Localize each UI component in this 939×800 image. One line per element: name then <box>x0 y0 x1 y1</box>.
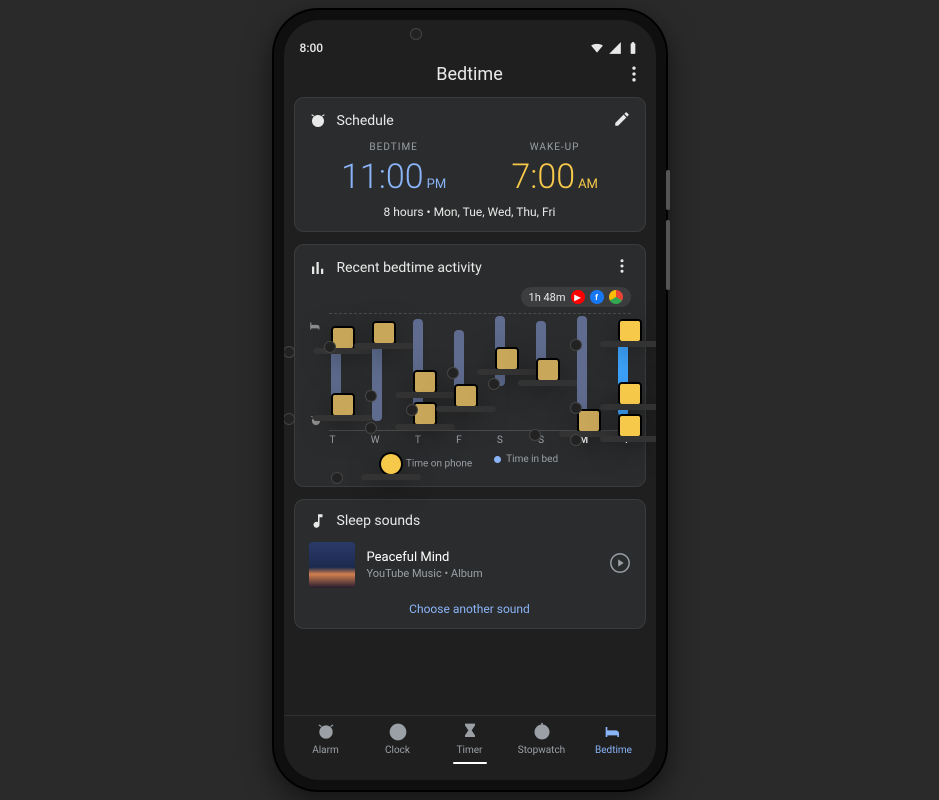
edit-schedule-button[interactable] <box>613 110 631 132</box>
legend-bed: Time in bed <box>506 454 558 465</box>
activity-chart <box>329 313 631 431</box>
legend-phone: Time on phone <box>406 459 472 470</box>
bedtime-icon <box>604 722 624 742</box>
chart-bar <box>618 314 628 430</box>
x-tick: W <box>371 435 380 446</box>
nav-alarm[interactable]: Alarm <box>290 722 362 756</box>
album-art <box>309 542 355 588</box>
x-tick: T <box>330 435 336 446</box>
facebook-icon: f <box>590 290 604 304</box>
header-more-button[interactable] <box>624 64 644 89</box>
bottom-nav: Alarm Clock Timer Stopwatch Bedtime <box>284 715 656 780</box>
app-header: Bedtime <box>284 54 656 97</box>
nav-stopwatch[interactable]: Stopwatch <box>506 722 578 756</box>
sounds-title: Sleep sounds <box>337 513 421 529</box>
chart-bar <box>495 314 505 430</box>
schedule-subtitle: 8 hours • Mon, Tue, Wed, Thu, Fri <box>309 205 631 219</box>
chart-bar <box>331 314 341 430</box>
pencil-icon <box>613 110 631 128</box>
more-vert-icon <box>624 64 644 84</box>
chart-legend: Time on phone Time in bed <box>309 454 631 474</box>
activity-highlight-chip[interactable]: 1h 48m ▶ f <box>521 287 631 307</box>
bedtime-label: BEDTIME <box>369 142 417 153</box>
sounds-card: Sleep sounds Peaceful Mind YouTube Music… <box>294 499 646 629</box>
phone-side-button-1 <box>666 170 670 210</box>
bed-icon <box>309 319 323 333</box>
play-circle-icon <box>609 552 631 574</box>
chip-duration: 1h 48m <box>529 291 566 304</box>
play-button[interactable] <box>609 552 631 578</box>
choose-another-sound-link[interactable]: Choose another sound <box>309 602 631 616</box>
nav-timer[interactable]: Timer <box>434 722 506 756</box>
chrome-icon <box>609 290 623 304</box>
battery-icon <box>626 41 640 55</box>
track-title: Peaceful Mind <box>367 550 597 565</box>
nav-clock[interactable]: Clock <box>362 722 434 756</box>
phone-side-button-2 <box>666 220 670 290</box>
wakeup-block[interactable]: WAKE-UP 7:00 AM <box>511 142 598 197</box>
x-tick: F <box>456 435 462 446</box>
wifi-icon <box>590 41 604 55</box>
schedule-title: Schedule <box>337 113 394 129</box>
phone-frame: 8:00 Bedtime Schedule <box>274 10 666 790</box>
nav-label: Clock <box>385 745 410 756</box>
stopwatch-icon <box>532 722 552 742</box>
bedtime-ampm: PM <box>427 177 447 192</box>
wakeup-value: 7:00 <box>511 157 575 197</box>
bar-chart-icon <box>309 259 327 277</box>
status-icons <box>590 41 640 55</box>
wakeup-label: WAKE-UP <box>530 142 580 153</box>
status-bar: 8:00 <box>284 20 656 54</box>
more-vert-icon <box>613 257 631 275</box>
wakeup-ampm: AM <box>578 177 598 192</box>
status-time: 8:00 <box>300 41 324 55</box>
content-scroll[interactable]: Schedule BEDTIME 11:00 PM <box>284 97 656 715</box>
chart-bar <box>372 314 382 430</box>
music-note-icon <box>309 512 327 530</box>
activity-card: Recent bedtime activity 1h 48m ▶ f <box>294 244 646 487</box>
bedtime-value: 11:00 <box>341 157 424 197</box>
track-subtitle: YouTube Music • Album <box>367 567 597 580</box>
bedtime-block[interactable]: BEDTIME 11:00 PM <box>341 142 446 197</box>
activity-title: Recent bedtime activity <box>337 260 482 276</box>
schedule-card: Schedule BEDTIME 11:00 PM <box>294 97 646 232</box>
cell-icon <box>608 41 622 55</box>
x-tick: S <box>497 435 503 446</box>
clock-icon <box>388 722 408 742</box>
nav-label: Stopwatch <box>518 745 565 756</box>
nav-label: Bedtime <box>595 745 632 756</box>
alarm-icon <box>316 722 336 742</box>
youtube-icon: ▶ <box>571 290 585 304</box>
activity-more-button[interactable] <box>613 257 631 279</box>
chart-bar <box>536 314 546 430</box>
nav-label: Timer <box>457 745 483 756</box>
nav-label: Alarm <box>312 745 339 756</box>
page-title: Bedtime <box>436 64 503 85</box>
screen: 8:00 Bedtime Schedule <box>284 20 656 780</box>
x-tick: T <box>415 435 421 446</box>
timer-icon <box>460 722 480 742</box>
alarm-icon <box>309 112 327 130</box>
nav-bedtime[interactable]: Bedtime <box>578 722 650 756</box>
